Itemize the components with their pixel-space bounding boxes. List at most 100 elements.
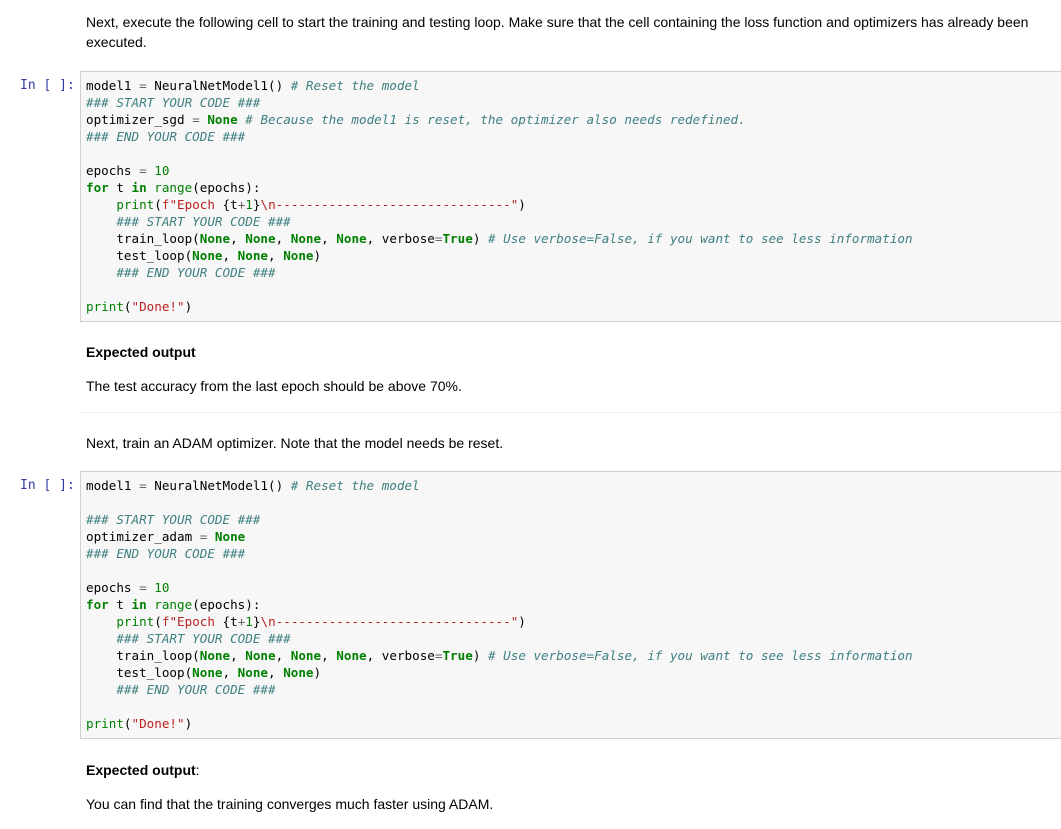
- code-token: None: [283, 248, 314, 263]
- cell-divider: [80, 412, 1061, 413]
- code-token: True: [442, 648, 473, 663]
- expected-output-heading: Expected output: [86, 344, 196, 360]
- code-token: ### END YOUR CODE ###: [116, 682, 276, 697]
- code-token: f"Epoch: [161, 614, 223, 629]
- code-token: range: [154, 597, 193, 612]
- code-token: model1: [86, 478, 140, 493]
- expected-output-heading-label: Expected output: [86, 762, 196, 778]
- code-token: NeuralNetModel1(): [146, 478, 291, 493]
- code-token: None: [192, 665, 223, 680]
- code-token: None: [199, 648, 231, 663]
- code-token: "Done!": [131, 299, 185, 314]
- code-token: ): [184, 716, 193, 731]
- code-token: ### END YOUR CODE ###: [86, 129, 246, 144]
- code-token: \n-------------------------------": [260, 197, 519, 212]
- code-token: (epochs):: [192, 180, 261, 195]
- code-token: ,: [275, 648, 291, 663]
- code-token: print: [116, 614, 155, 629]
- code-token: epochs: [86, 163, 140, 178]
- code-line: epochs = 10: [86, 162, 1061, 179]
- code-token: ,: [321, 231, 337, 246]
- code-token: # Use verbose=False, if you want to see …: [487, 648, 913, 663]
- code-line: model1 = NeuralNetModel1() # Reset the m…: [86, 477, 1061, 494]
- code-cell-adam[interactable]: model1 = NeuralNetModel1() # Reset the m…: [80, 471, 1061, 739]
- code-token: ,: [222, 665, 238, 680]
- code-line: for t in range(epochs):: [86, 179, 1061, 196]
- code-token: 1: [245, 197, 253, 212]
- code-line: model1 = NeuralNetModel1() # Reset the m…: [86, 77, 1061, 94]
- code-token: # Use verbose=False, if you want to see …: [487, 231, 913, 246]
- code-token: (: [154, 614, 162, 629]
- code-line: train_loop(None, None, None, None, verbo…: [86, 230, 1061, 247]
- code-line: test_loop(None, None, None): [86, 664, 1061, 681]
- code-line: print("Done!"): [86, 298, 1061, 315]
- code-line: print(f"Epoch {t+1}\n-------------------…: [86, 196, 1061, 213]
- code-token: range: [154, 180, 193, 195]
- code-editor[interactable]: model1 = NeuralNetModel1() # Reset the m…: [86, 77, 1061, 315]
- code-token: None: [207, 112, 238, 127]
- code-token: None: [290, 648, 322, 663]
- code-token: (: [123, 716, 132, 731]
- code-token: in: [131, 180, 147, 195]
- code-token: # Reset the model: [290, 78, 420, 93]
- code-token: t: [108, 180, 132, 195]
- code-token: print: [86, 299, 124, 314]
- code-token: ### START YOUR CODE ###: [86, 512, 261, 527]
- code-token: in: [131, 597, 147, 612]
- code-token: test_loop(: [86, 248, 193, 263]
- code-cell-sgd[interactable]: model1 = NeuralNetModel1() # Reset the m…: [80, 71, 1061, 322]
- code-token: ): [313, 248, 322, 263]
- code-token: ### START YOUR CODE ###: [86, 95, 261, 110]
- code-token: (: [123, 299, 132, 314]
- code-line: test_loop(None, None, None): [86, 247, 1061, 264]
- code-token: ,: [321, 648, 337, 663]
- code-line: ### END YOUR CODE ###: [86, 545, 1061, 562]
- code-token: , verbose: [366, 231, 435, 246]
- code-token: ,: [275, 231, 291, 246]
- code-token: None: [237, 665, 269, 680]
- code-line: ### START YOUR CODE ###: [86, 94, 1061, 111]
- code-token: for: [86, 180, 109, 195]
- code-token: for: [86, 597, 109, 612]
- code-line: ### START YOUR CODE ###: [86, 630, 1061, 647]
- code-token: epochs: [86, 580, 140, 595]
- code-token: {t: [222, 614, 238, 629]
- code-token: None: [245, 648, 276, 663]
- code-line: print(f"Epoch {t+1}\n-------------------…: [86, 613, 1061, 630]
- code-token: None: [290, 231, 322, 246]
- expected-output-text-2: You can find that the training converges…: [86, 796, 494, 812]
- code-token: None: [336, 231, 367, 246]
- code-token: ): [518, 197, 526, 212]
- code-line: train_loop(None, None, None, None, verbo…: [86, 647, 1061, 664]
- markdown-instruction-1: Next, execute the following cell to star…: [86, 14, 1029, 50]
- code-token: None: [214, 529, 246, 544]
- code-line: epochs = 10: [86, 579, 1061, 596]
- code-token: train_loop(: [86, 648, 200, 663]
- code-token: None: [245, 231, 276, 246]
- code-token: None: [283, 665, 314, 680]
- code-token: print: [116, 197, 155, 212]
- cell-prompt: In [ ]:: [20, 78, 75, 93]
- code-token: train_loop(: [86, 231, 200, 246]
- code-token: "Done!": [131, 716, 185, 731]
- code-editor[interactable]: model1 = NeuralNetModel1() # Reset the m…: [86, 477, 1061, 732]
- code-token: =: [139, 478, 147, 493]
- code-token: , verbose: [366, 648, 435, 663]
- code-token: 10: [154, 163, 170, 178]
- heading-colon: :: [195, 762, 200, 778]
- code-token: =: [139, 580, 147, 595]
- code-token: NeuralNetModel1(): [146, 78, 291, 93]
- code-token: None: [199, 231, 231, 246]
- code-token: ,: [230, 648, 246, 663]
- code-token: ): [313, 665, 322, 680]
- code-token: True: [442, 231, 473, 246]
- code-token: ): [472, 231, 488, 246]
- expected-output-text: The test accuracy from the last epoch sh…: [86, 378, 462, 394]
